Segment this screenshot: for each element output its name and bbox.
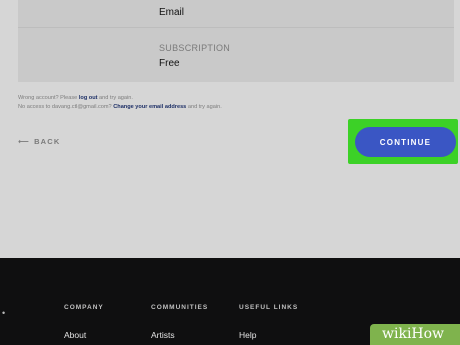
card-divider [18,27,454,28]
footer-heading-company: COMPANY [64,304,104,311]
footer-bullet: • [2,308,6,318]
no-access-text: No access to davang.ctl@gmail.com? [18,104,114,110]
email-label: Email [159,7,185,18]
back-arrow-icon: ⟵ [18,137,29,146]
footer-heading-communities: COMMUNITIES [151,304,209,311]
footer-heading-useful-links: USEFUL LINKS [239,304,299,311]
wikihow-logo: wikiHow [382,326,445,342]
wikihow-watermark: wikiHow [370,324,460,345]
wrong-account-suffix: and try again. [97,95,133,101]
no-access-suffix: and try again. [186,104,222,110]
back-button[interactable]: ⟵ BACK [18,137,61,146]
log-out-link[interactable]: log out [79,95,98,101]
footer-link-about[interactable]: About [64,330,86,340]
account-page: Email SUBSCRIPTION Free Wrong account? P… [0,0,460,258]
wrong-account-text: Wrong account? Please [18,95,79,101]
subscription-label: SUBSCRIPTION [159,43,231,53]
footer-link-artists[interactable]: Artists [151,330,175,340]
wrong-account-message: Wrong account? Please log out and try ag… [18,95,133,101]
footer-link-help[interactable]: Help [239,330,256,340]
continue-button[interactable]: CONTINUE [355,127,456,157]
no-access-message: No access to davang.ctl@gmail.com? Chang… [18,104,222,110]
back-label: BACK [34,137,61,146]
change-email-link[interactable]: Change your email address [113,104,186,110]
subscription-value: Free [159,58,180,69]
account-details-card: Email SUBSCRIPTION Free [18,0,454,82]
